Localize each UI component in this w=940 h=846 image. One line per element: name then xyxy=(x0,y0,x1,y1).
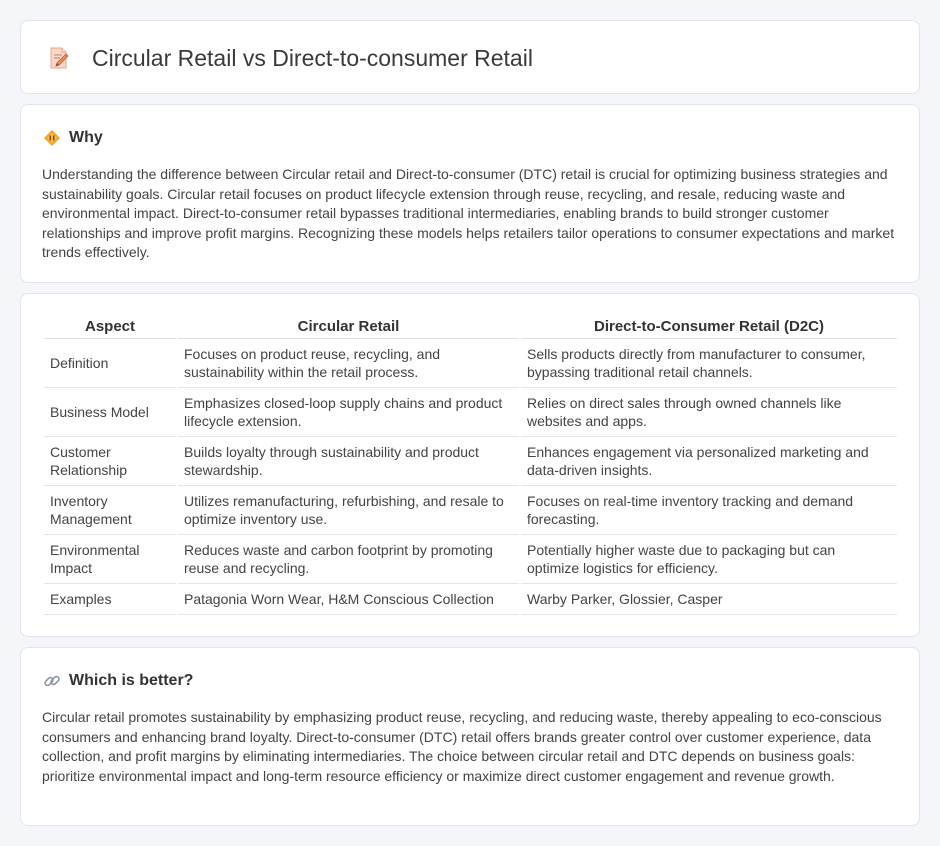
table-cell-circular: Builds loyalty through sustainability an… xyxy=(178,437,519,486)
document-pencil-icon xyxy=(47,46,71,70)
table-row: Definition Focuses on product reuse, rec… xyxy=(44,339,897,388)
table-cell-circular: Emphasizes closed-loop supply chains and… xyxy=(178,388,519,437)
table-cell-aspect: Environmental Impact xyxy=(44,535,176,584)
table-cell-d2c: Relies on direct sales through owned cha… xyxy=(521,388,897,437)
why-title: Why xyxy=(69,129,103,146)
table-cell-circular: Reduces waste and carbon footprint by pr… xyxy=(178,535,519,584)
table-header-row: Aspect Circular Retail Direct-to-Consume… xyxy=(44,317,897,339)
comparison-table: Aspect Circular Retail Direct-to-Consume… xyxy=(42,317,899,615)
table-row: Environmental Impact Reduces waste and c… xyxy=(44,535,897,584)
diamond-icon xyxy=(43,129,61,147)
table-cell-circular: Utilizes remanufacturing, refurbishing, … xyxy=(178,486,519,535)
table-cell-aspect: Business Model xyxy=(44,388,176,437)
table-cell-aspect: Examples xyxy=(44,584,176,615)
table-cell-aspect: Customer Relationship xyxy=(44,437,176,486)
table-cell-aspect: Inventory Management xyxy=(44,486,176,535)
table-row: Inventory Management Utilizes remanufact… xyxy=(44,486,897,535)
better-text: Circular retail promotes sustainability … xyxy=(42,709,882,784)
table-row: Customer Relationship Builds loyalty thr… xyxy=(44,437,897,486)
better-heading: Which is better? xyxy=(43,670,193,692)
table-cell-circular: Focuses on product reuse, recycling, and… xyxy=(178,339,519,388)
column-header-aspect: Aspect xyxy=(44,317,176,339)
header-card: Circular Retail vs Direct-to-consumer Re… xyxy=(20,20,920,94)
why-text: Understanding the difference between Cir… xyxy=(42,166,895,260)
why-section: Why Understanding the difference between… xyxy=(20,104,920,283)
comparison-section: Aspect Circular Retail Direct-to-Consume… xyxy=(20,293,920,637)
page-title: Circular Retail vs Direct-to-consumer Re… xyxy=(92,45,533,71)
column-header-d2c: Direct-to-Consumer Retail (D2C) xyxy=(521,317,897,339)
table-cell-d2c: Sells products directly from manufacture… xyxy=(521,339,897,388)
table-cell-d2c: Enhances engagement via personalized mar… xyxy=(521,437,897,486)
table-cell-aspect: Definition xyxy=(44,339,176,388)
table-row: Examples Patagonia Worn Wear, H&M Consci… xyxy=(44,584,897,615)
link-icon xyxy=(43,672,61,690)
table-cell-d2c: Potentially higher waste due to packagin… xyxy=(521,535,897,584)
table-cell-circular: Patagonia Worn Wear, H&M Conscious Colle… xyxy=(178,584,519,615)
table-row: Business Model Emphasizes closed-loop su… xyxy=(44,388,897,437)
table-cell-d2c: Focuses on real-time inventory tracking … xyxy=(521,486,897,535)
column-header-circular: Circular Retail xyxy=(178,317,519,339)
table-cell-d2c: Warby Parker, Glossier, Casper xyxy=(521,584,897,615)
better-title: Which is better? xyxy=(69,672,194,689)
which-is-better-section: Which is better? Circular retail promote… xyxy=(20,647,920,826)
why-heading: Why xyxy=(43,127,103,149)
